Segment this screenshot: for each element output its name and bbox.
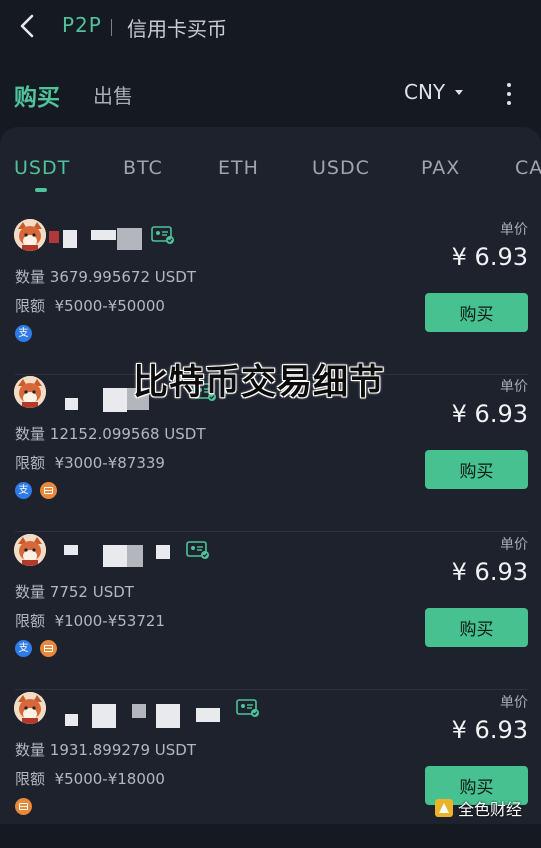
page-title: 信用卡买币 — [127, 17, 227, 41]
alipay-icon: 支 — [15, 482, 32, 499]
unit-price-label: 单价 — [500, 695, 528, 711]
unit-price: ¥ 6.93 — [451, 716, 528, 744]
quantity-row: 数量 1931.899279 USDT — [15, 739, 196, 760]
listing-item: 单价 ¥ 6.93 数量 1931.899279 USDT 限额 ¥5000-¥… — [0, 692, 541, 848]
unit-price-label: 单价 — [500, 379, 528, 395]
alipay-icon: 支 — [15, 640, 32, 657]
limit-label: 限额 — [15, 770, 46, 788]
listing-item: 单价 ¥ 6.93 数量 3679.995672 USDT 限额 ¥5000-¥… — [0, 219, 541, 375]
limit-label: 限额 — [15, 454, 46, 472]
alipay-icon: 支 — [15, 325, 32, 342]
tab-pax[interactable]: PAX — [421, 157, 460, 179]
masked-name-fragment — [65, 398, 78, 410]
tab-usdt[interactable]: USDT — [14, 157, 70, 179]
masked-name-fragment — [91, 230, 116, 240]
caret-down-icon[interactable] — [455, 90, 463, 95]
tab-ca[interactable]: CA — [515, 157, 541, 179]
bank-card-icon — [15, 798, 32, 815]
masked-name-fragment — [196, 708, 220, 722]
quantity-label: 数量 — [15, 268, 46, 286]
limit-value: ¥1000-¥53721 — [54, 612, 165, 630]
masked-name-fragment — [49, 231, 59, 243]
header-divider — [111, 19, 112, 36]
back-arrow-icon[interactable] — [14, 11, 42, 41]
tab-sell[interactable]: 出售 — [93, 80, 133, 109]
watermark-caption: 比特币交易细节 — [133, 363, 386, 403]
buy-button[interactable]: 购买 — [425, 293, 528, 332]
brand-logo-icon — [435, 799, 453, 817]
bank-card-icon — [40, 482, 57, 499]
quantity-row: 数量 7752 USDT — [15, 581, 134, 602]
brand-mark: 全色财经 — [434, 795, 522, 821]
p2p-label: P2P — [62, 13, 102, 37]
buy-button[interactable]: 购买 — [425, 450, 528, 489]
unit-price-label: 单价 — [500, 537, 528, 553]
quantity-row: 数量 12152.099568 USDT — [15, 423, 206, 444]
list-divider — [15, 689, 528, 690]
quantity-value: 3679.995672 USDT — [49, 268, 196, 286]
brand-name: 全色财经 — [458, 800, 523, 819]
masked-name-fragment — [117, 228, 142, 250]
listing-item: 单价 ¥ 6.93 数量 7752 USDT 限额 ¥1000-¥53721 支… — [0, 534, 541, 690]
trade-mode-row: 购买 出售 CNY — [0, 72, 541, 116]
quantity-label: 数量 — [15, 741, 46, 759]
quantity-label: 数量 — [15, 425, 46, 443]
unit-price: ¥ 6.93 — [451, 243, 528, 271]
tab-eth[interactable]: ETH — [218, 157, 259, 179]
limit-label: 限额 — [15, 297, 46, 315]
coin-tabs: USDT BTC ETH USDC PAX CA — [0, 157, 541, 197]
masked-name-fragment — [103, 545, 127, 567]
quantity-value: 7752 USDT — [49, 583, 134, 601]
buy-button[interactable]: 购买 — [425, 608, 528, 647]
tab-buy[interactable]: 购买 — [14, 78, 60, 112]
masked-name-fragment — [156, 545, 170, 559]
masked-name-fragment — [103, 388, 127, 412]
masked-name-fragment — [156, 704, 180, 728]
masked-name-fragment — [92, 704, 116, 728]
bank-card-icon — [40, 640, 57, 657]
limit-value: ¥5000-¥18000 — [54, 770, 165, 788]
tab-usdc[interactable]: USDC — [312, 157, 370, 179]
limit-value: ¥5000-¥50000 — [54, 297, 165, 315]
masked-name-fragment — [63, 230, 77, 248]
limit-row: 限额 ¥5000-¥18000 — [15, 768, 165, 789]
quantity-row: 数量 3679.995672 USDT — [15, 266, 196, 287]
limit-label: 限额 — [15, 612, 46, 630]
avatar[interactable] — [14, 534, 46, 566]
avatar[interactable] — [14, 692, 46, 724]
limit-row: 限额 ¥3000-¥87339 — [15, 452, 165, 473]
verified-id-icon — [151, 226, 174, 244]
masked-name-fragment — [65, 714, 78, 726]
limit-row: 限额 ¥1000-¥53721 — [15, 610, 165, 631]
unit-price-label: 单价 — [500, 222, 528, 238]
list-divider — [15, 531, 528, 532]
currency-selector[interactable]: CNY — [404, 80, 445, 104]
active-tab-indicator — [35, 188, 47, 192]
avatar[interactable] — [14, 219, 46, 251]
limit-row: 限额 ¥5000-¥50000 — [15, 295, 165, 316]
masked-name-fragment — [64, 545, 78, 555]
unit-price: ¥ 6.93 — [451, 558, 528, 586]
quantity-value: 12152.099568 USDT — [49, 425, 206, 443]
masked-name-fragment — [127, 545, 143, 567]
more-vertical-icon[interactable] — [500, 81, 518, 107]
unit-price: ¥ 6.93 — [451, 400, 528, 428]
verified-id-icon — [236, 699, 259, 717]
tab-btc[interactable]: BTC — [123, 157, 163, 179]
avatar[interactable] — [14, 376, 46, 408]
quantity-label: 数量 — [15, 583, 46, 601]
limit-value: ¥3000-¥87339 — [54, 454, 165, 472]
top-bar: P2P 信用卡买币 — [0, 0, 541, 56]
masked-name-fragment — [132, 704, 146, 718]
quantity-value: 1931.899279 USDT — [49, 741, 196, 759]
verified-id-icon — [186, 541, 209, 559]
